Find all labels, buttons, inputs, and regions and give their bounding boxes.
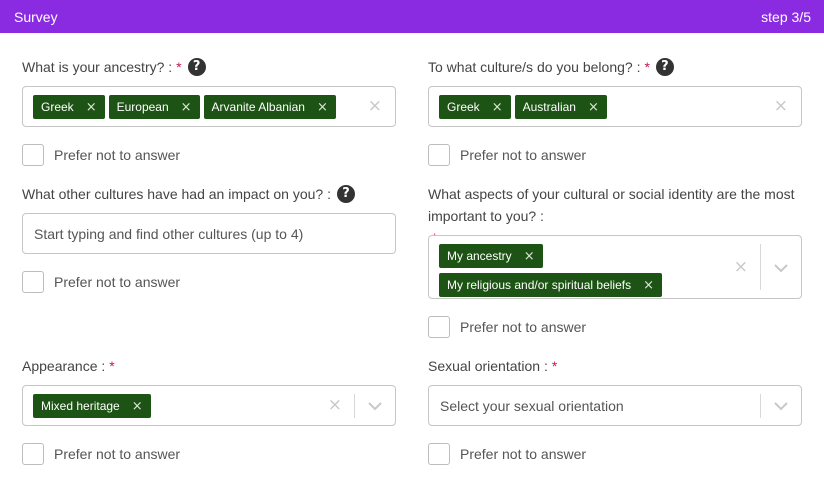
required-asterisk: *: [176, 59, 182, 75]
prefer-not-checkbox[interactable]: [428, 144, 450, 166]
clear-icon[interactable]: ×: [774, 96, 788, 116]
prefer-not-checkbox[interactable]: [22, 271, 44, 293]
culture-select[interactable]: Greek × Australian × ×: [428, 86, 802, 127]
help-icon[interactable]: ?: [655, 58, 674, 76]
culture-prefer-not[interactable]: Prefer not to answer: [428, 144, 586, 166]
appearance-select[interactable]: Mixed heritage × ×: [22, 385, 396, 426]
remove-tag-icon[interactable]: ×: [524, 249, 535, 264]
survey-header: Survey step 3/5: [0, 0, 824, 33]
required-asterisk: *: [644, 59, 650, 75]
appearance-label: Appearance : *: [22, 355, 115, 377]
tag-my-ancestry: My ancestry ×: [439, 244, 543, 268]
other-cultures-placeholder: Start typing and find other cultures (up…: [34, 226, 304, 242]
divider: [354, 394, 355, 418]
tag-religious-beliefs: My religious and/or spiritual beliefs ×: [439, 273, 662, 297]
prefer-not-checkbox[interactable]: [22, 443, 44, 465]
required-asterisk: *: [551, 358, 558, 374]
remove-tag-icon[interactable]: ×: [86, 100, 97, 115]
chevron-down-icon[interactable]: [773, 400, 789, 412]
help-icon[interactable]: ?: [336, 185, 355, 203]
divider: [760, 394, 761, 418]
tag-australian: Australian ×: [514, 95, 607, 119]
ancestry-label: What is your ancestry? : * ?: [22, 56, 206, 78]
prefer-not-checkbox[interactable]: [428, 316, 450, 338]
clear-icon[interactable]: ×: [368, 96, 382, 116]
tag-greek: Greek ×: [439, 95, 511, 119]
clear-icon[interactable]: ×: [328, 395, 342, 415]
tag-arvanite-albanian: Arvanite Albanian ×: [203, 95, 336, 119]
clear-icon[interactable]: ×: [734, 257, 748, 277]
divider: [760, 244, 761, 290]
remove-tag-icon[interactable]: ×: [643, 278, 654, 293]
chevron-down-icon[interactable]: [773, 262, 789, 274]
ancestry-select[interactable]: Greek × European × Arvanite Albanian × ×: [22, 86, 396, 127]
sexual-orientation-label: Sexual orientation : *: [428, 355, 557, 377]
required-asterisk: *: [109, 358, 115, 374]
tag-european: European ×: [108, 95, 200, 119]
other-cultures-label: What other cultures have had an impact o…: [22, 183, 355, 205]
appearance-prefer-not[interactable]: Prefer not to answer: [22, 443, 180, 465]
remove-tag-icon[interactable]: ×: [492, 100, 503, 115]
remove-tag-icon[interactable]: ×: [588, 100, 599, 115]
survey-title: Survey: [14, 8, 58, 25]
remove-tag-icon[interactable]: ×: [181, 100, 192, 115]
culture-label: To what culture/s do you belong? : * ?: [428, 56, 674, 78]
other-cultures-prefer-not[interactable]: Prefer not to answer: [22, 271, 180, 293]
tag-mixed-heritage: Mixed heritage ×: [33, 394, 151, 418]
prefer-not-checkbox[interactable]: [428, 443, 450, 465]
step-indicator: step 3/5: [761, 8, 811, 25]
sexual-orientation-select[interactable]: Select your sexual orientation: [428, 385, 802, 426]
prefer-not-checkbox[interactable]: [22, 144, 44, 166]
tag-greek: Greek ×: [33, 95, 105, 119]
remove-tag-icon[interactable]: ×: [317, 100, 328, 115]
other-cultures-input[interactable]: Start typing and find other cultures (up…: [22, 213, 396, 254]
chevron-down-icon[interactable]: [367, 400, 383, 412]
identity-select[interactable]: My ancestry × My religious and/or spiritu…: [428, 235, 802, 299]
sexual-orientation-placeholder: Select your sexual orientation: [440, 398, 624, 414]
help-icon[interactable]: ?: [187, 58, 206, 76]
sexual-orientation-prefer-not[interactable]: Prefer not to answer: [428, 443, 586, 465]
remove-tag-icon[interactable]: ×: [132, 399, 143, 414]
ancestry-prefer-not[interactable]: Prefer not to answer: [22, 144, 180, 166]
identity-prefer-not[interactable]: Prefer not to answer: [428, 316, 586, 338]
